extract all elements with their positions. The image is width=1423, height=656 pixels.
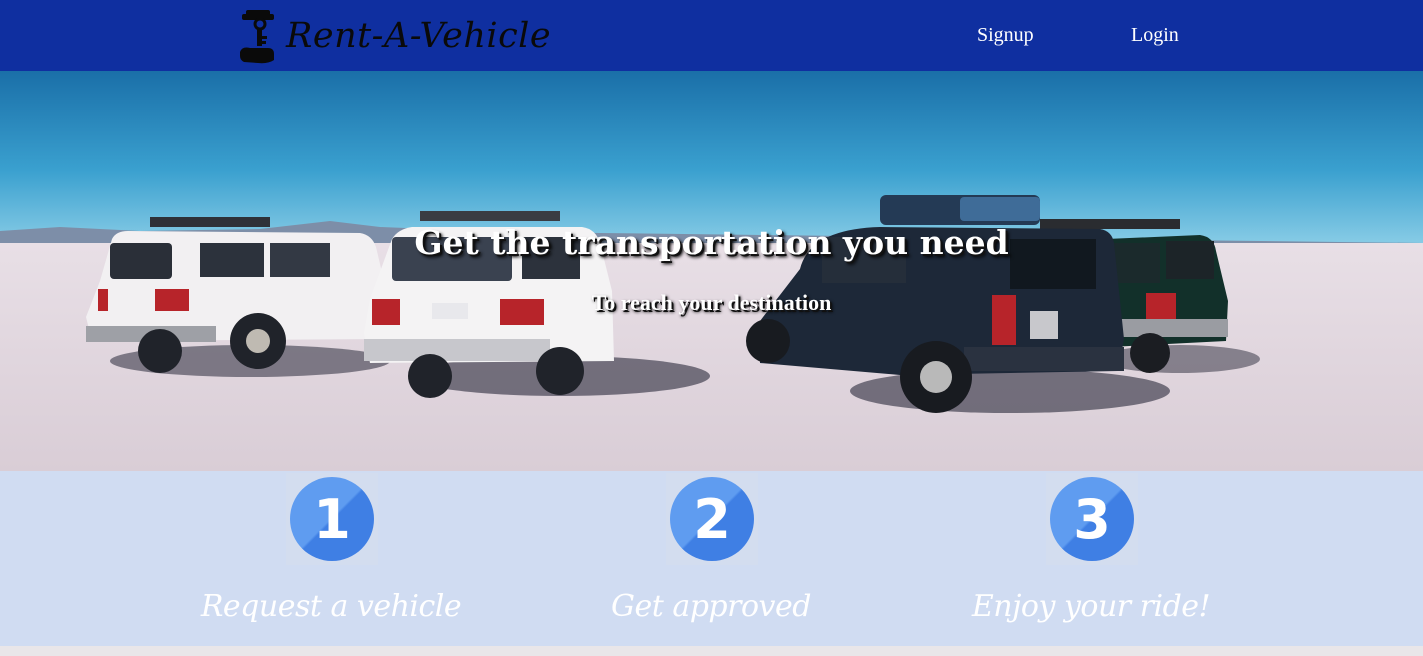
step-label: Request a vehicle [200, 589, 462, 624]
login-link[interactable]: Login [1131, 24, 1179, 47]
step-number-badge: 2 [670, 477, 754, 561]
step-label: Get approved [611, 589, 811, 624]
hero-title: Get the transportation you need [414, 223, 1009, 262]
brand[interactable]: Rent-A-Vehicle [238, 8, 551, 64]
steps-section: 1 Request a vehicle 2 Get approved 3 Enj… [0, 471, 1423, 646]
hero-subtitle: To reach your destination [591, 290, 832, 315]
step-request: 1 Request a vehicle [141, 471, 521, 646]
hero-banner: Get the transportation you need To reach… [0, 71, 1423, 471]
brand-name: Rent-A-Vehicle [286, 16, 552, 56]
step-approved: 2 Get approved [521, 471, 901, 646]
step-number-badge: 3 [1050, 477, 1134, 561]
key-in-hand-icon [240, 10, 274, 64]
step-number-badge: 1 [290, 477, 374, 561]
page-bottom-strip [0, 646, 1423, 656]
hero-image [0, 71, 1423, 471]
signup-link[interactable]: Signup [977, 24, 1034, 47]
top-navbar: Rent-A-Vehicle Signup Login [0, 0, 1423, 71]
step-label: Enjoy your ride! [971, 589, 1211, 624]
step-enjoy: 3 Enjoy your ride! [901, 471, 1281, 646]
